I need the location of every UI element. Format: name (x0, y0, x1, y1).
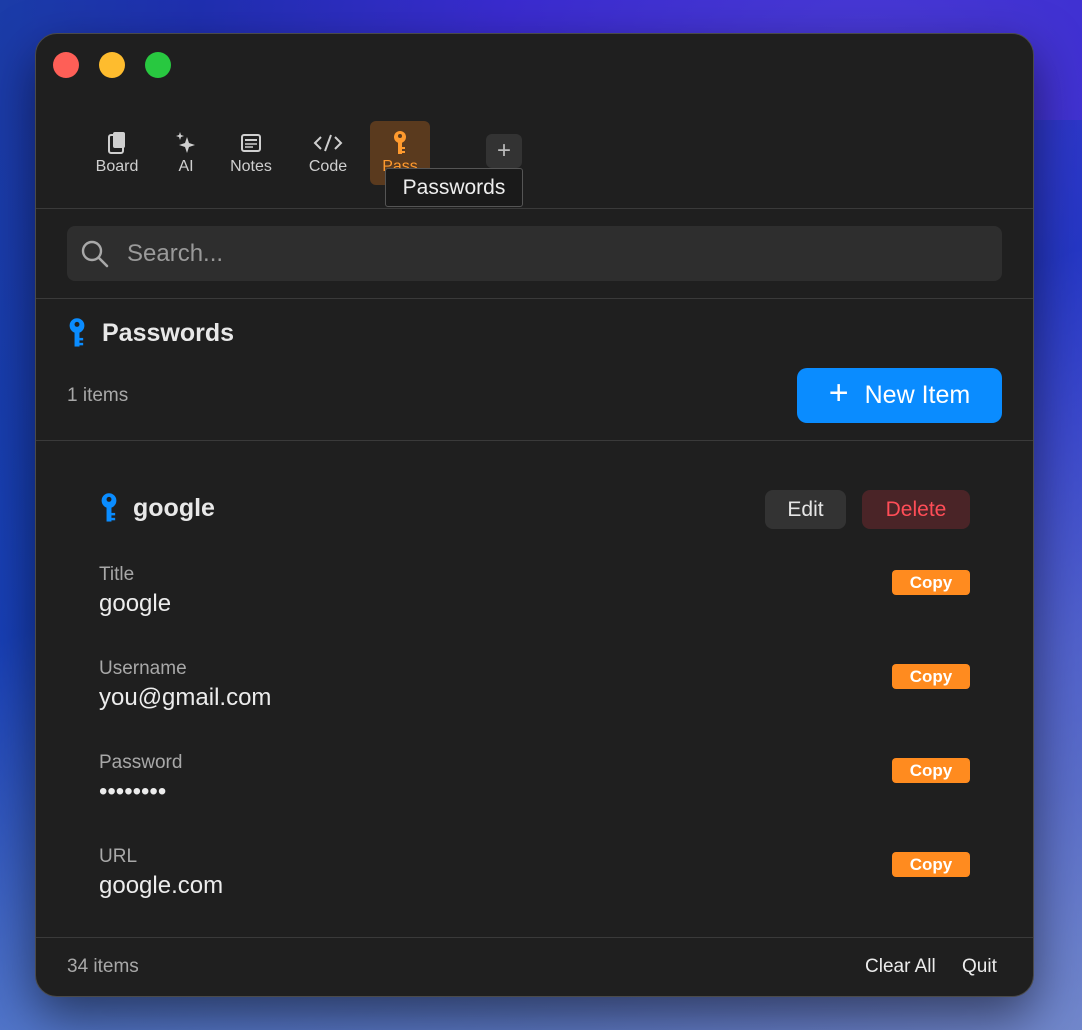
quit-button[interactable]: Quit (962, 956, 997, 978)
field-value: google.com (99, 872, 224, 899)
field-url: URL google.com Copy (99, 846, 970, 916)
divider (36, 298, 1033, 299)
search-icon (81, 240, 109, 273)
tab-label: Code (308, 158, 348, 175)
field-label: Title (99, 564, 135, 585)
field-value: you@gmail.com (99, 684, 272, 711)
section-title-text: Passwords (102, 318, 235, 347)
code-icon (313, 130, 343, 156)
tab-code[interactable]: Code (300, 121, 356, 185)
clipboard-icon (106, 130, 128, 156)
field-label: Password (99, 752, 183, 773)
key-icon (99, 492, 119, 524)
key-icon (392, 130, 408, 156)
divider (36, 937, 1033, 938)
plus-icon: + (828, 374, 849, 412)
divider (36, 440, 1033, 441)
item-title: google (99, 492, 215, 524)
section-title: Passwords (66, 317, 234, 349)
field-label: URL (99, 846, 138, 867)
add-tab-button[interactable]: + (486, 134, 522, 168)
field-label: Username (99, 658, 187, 679)
tab-label: Board (95, 158, 139, 175)
tab-ai[interactable]: AI (166, 121, 206, 185)
clear-all-button[interactable]: Clear All (865, 956, 936, 978)
search-bar[interactable] (67, 226, 1002, 281)
app-window: Board AI Notes Code Pass + Passwords Sea… (35, 33, 1034, 997)
copy-button[interactable]: Copy (892, 852, 970, 877)
tooltip: Passwords (385, 168, 523, 207)
items-count: 1 items (67, 385, 129, 406)
tab-notes[interactable]: Notes (222, 121, 280, 185)
copy-button[interactable]: Copy (892, 758, 970, 783)
search-input[interactable] (125, 234, 989, 274)
minimize-window-button[interactable] (99, 52, 125, 78)
new-item-button[interactable]: + New Item (797, 368, 1002, 423)
item-name: google (133, 493, 215, 522)
field-value: google (99, 590, 172, 617)
divider (36, 208, 1033, 209)
delete-button[interactable]: Delete (862, 490, 970, 529)
copy-button[interactable]: Copy (892, 570, 970, 595)
copy-button[interactable]: Copy (892, 664, 970, 689)
close-window-button[interactable] (53, 52, 79, 78)
tab-board[interactable]: Board (86, 121, 148, 185)
tab-label: Notes (230, 158, 272, 175)
key-icon (66, 317, 88, 349)
edit-button[interactable]: Edit (765, 490, 846, 529)
new-item-label: New Item (864, 381, 971, 409)
field-title: Title google Copy (99, 564, 970, 634)
zoom-window-button[interactable] (145, 52, 171, 78)
sparkles-icon (175, 130, 197, 156)
field-username: Username you@gmail.com Copy (99, 658, 970, 728)
field-value: •••••••• (99, 778, 167, 805)
notes-icon (240, 130, 262, 156)
field-password: Password •••••••• Copy (99, 752, 970, 822)
tab-label: AI (178, 158, 194, 175)
footer-count: 34 items (67, 956, 139, 977)
